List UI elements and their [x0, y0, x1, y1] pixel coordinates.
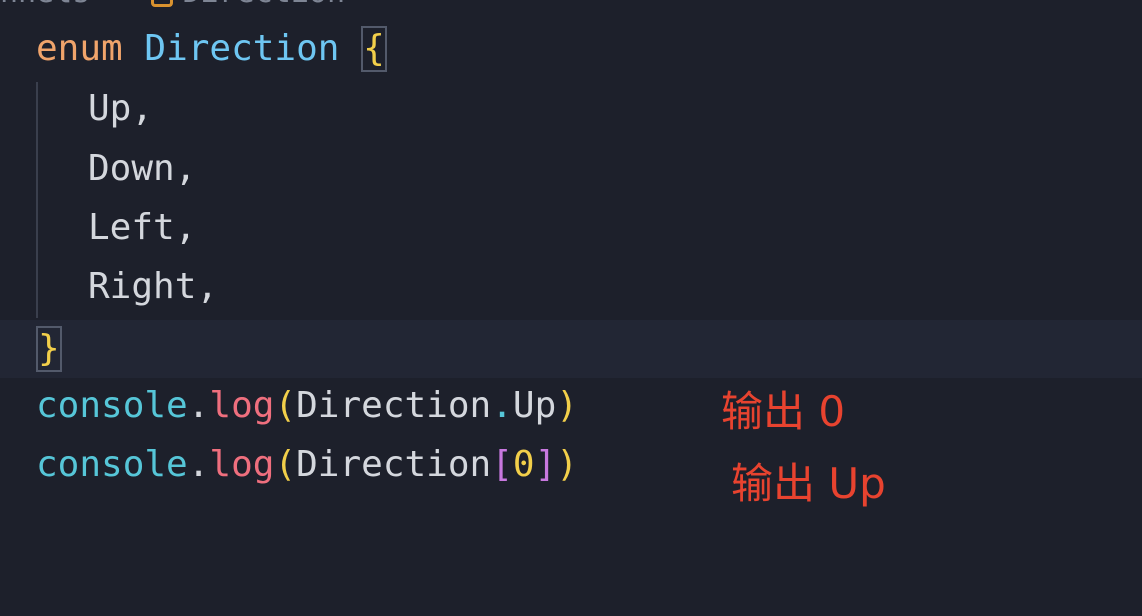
arg-object: Direction	[296, 385, 492, 426]
code-line-close-brace[interactable]: }	[36, 324, 62, 374]
symbol-enum-icon	[150, 0, 173, 7]
code-line-enum-declaration[interactable]: enum Direction {	[36, 24, 387, 74]
close-paren: )	[556, 385, 578, 426]
close-paren: )	[556, 444, 578, 485]
close-bracket: ]	[534, 444, 557, 485]
breadcrumb-folder[interactable]: nnels	[0, 0, 90, 10]
breadcrumb-symbol[interactable]: Direction	[183, 0, 346, 10]
enum-keyword: enum	[36, 28, 123, 69]
code-line-console-log-2[interactable]: console.log(Direction[0])	[36, 440, 578, 490]
breadcrumb-separator: >	[108, 0, 126, 10]
arg-property: Up	[512, 385, 557, 426]
log-function: log	[209, 444, 275, 485]
enum-member-left[interactable]: Left,	[88, 203, 196, 253]
console-object: console	[36, 444, 188, 485]
close-brace: }	[36, 326, 62, 372]
enum-member-up[interactable]: Up,	[88, 84, 153, 134]
open-brace: {	[361, 26, 387, 72]
index-number: 0	[512, 444, 535, 485]
console-object: console	[36, 385, 188, 426]
enum-member-right[interactable]: Right,	[88, 262, 218, 312]
indent-guide	[36, 82, 38, 318]
open-paren: (	[274, 444, 297, 485]
open-paren: (	[274, 385, 297, 426]
code-line-console-log-1[interactable]: console.log(Direction.Up)	[36, 381, 578, 431]
arg-object: Direction	[296, 444, 492, 485]
enum-name: Direction	[144, 28, 340, 69]
annotation-output-0: 输出 0	[721, 387, 846, 436]
dot: .	[187, 385, 210, 426]
code-editor[interactable]: nnels > Direction enum Direction { Up, D…	[0, 0, 1142, 616]
open-bracket: [	[491, 444, 513, 485]
arg-dot: .	[491, 385, 513, 426]
dot: .	[187, 444, 210, 485]
annotation-output-up: 输出 Up	[731, 459, 886, 508]
enum-member-down[interactable]: Down,	[88, 144, 196, 194]
breadcrumb: nnels > Direction	[0, 0, 345, 8]
current-line-highlight	[0, 320, 1142, 378]
log-function: log	[209, 385, 275, 426]
